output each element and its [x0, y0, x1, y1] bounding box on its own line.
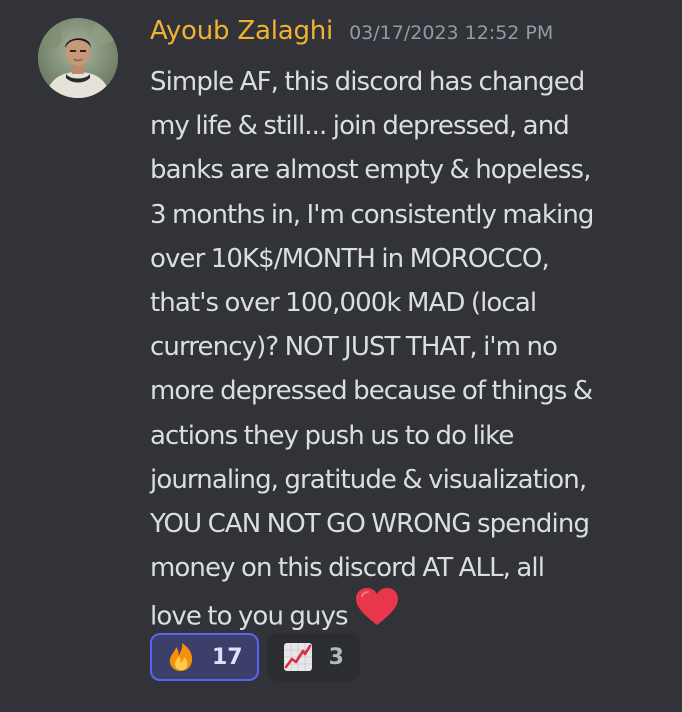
message-content: Simple AF, this discord has changed my l… — [150, 60, 670, 634]
red-heart-icon — [354, 587, 400, 641]
message-line: YOU CAN NOT GO WRONG spending — [150, 508, 590, 539]
username[interactable]: Ayoub Zalaghi — [150, 16, 333, 46]
reaction-count: 17 — [212, 644, 243, 670]
message-line: my life & still... join depressed, and — [150, 111, 570, 142]
reactions-bar: 17 3 — [150, 633, 360, 681]
reaction-fire[interactable]: 17 — [150, 633, 259, 681]
message-line: over 10K$/MONTH in MOROCCO, — [150, 243, 550, 274]
reaction-chart-increasing[interactable]: 3 — [266, 633, 360, 681]
user-avatar-photo — [38, 18, 118, 98]
reaction-count: 3 — [328, 644, 344, 670]
message-line: more depressed because of things & — [150, 376, 593, 407]
fire-icon — [166, 642, 196, 672]
message-line: money on this discord AT ALL, all — [150, 553, 545, 584]
timestamp[interactable]: 03/17/2023 12:52 PM — [349, 22, 553, 44]
chart-increasing-icon — [283, 642, 313, 672]
avatar[interactable] — [38, 18, 118, 98]
message-line: journaling, gratitude & visualization, — [150, 464, 587, 495]
message-line-last: love to you guys — [150, 588, 670, 634]
message-line: 3 months in, I'm consistently making — [150, 199, 594, 230]
message-line: Simple AF, this discord has changed — [150, 67, 585, 97]
chat-message: Ayoub Zalaghi 03/17/2023 12:52 PM Simple… — [0, 0, 682, 712]
message-line: that's over 100,000k MAD (local — [150, 287, 537, 318]
message-line: actions they push us to do like — [150, 420, 514, 451]
message-header: Ayoub Zalaghi 03/17/2023 12:52 PM — [150, 16, 553, 56]
message-line: currency)? NOT JUST THAT, i'm no — [150, 332, 558, 363]
message-line: banks are almost empty & hopeless, — [150, 155, 591, 186]
message-line-text: love to you guys — [150, 601, 349, 632]
